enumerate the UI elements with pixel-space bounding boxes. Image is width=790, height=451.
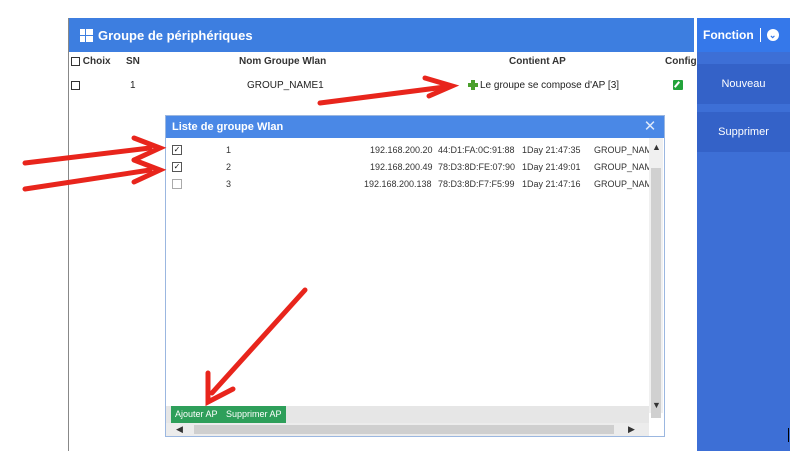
- annotation-arrows: [22, 75, 460, 407]
- arrow-to-contains-ap: [317, 84, 448, 106]
- arrow-to-checkbox-1: [22, 145, 153, 166]
- text-cursor: [788, 428, 789, 442]
- arrow-to-add-ap: [209, 287, 308, 396]
- arrow-to-checkbox-2: [22, 167, 153, 192]
